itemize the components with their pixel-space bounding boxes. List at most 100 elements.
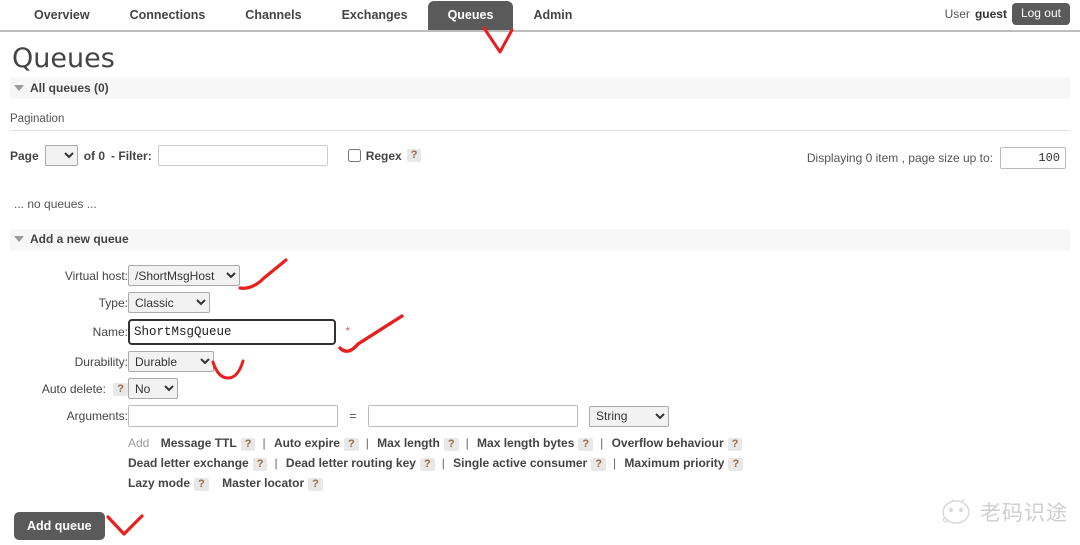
single-active-consumer-help-icon[interactable]: ? <box>591 458 606 471</box>
regex-help-icon[interactable]: ? <box>406 149 422 162</box>
regex-checkbox[interactable] <box>347 149 361 162</box>
chevron-down-icon <box>14 236 24 242</box>
preset-max-length-bytes[interactable]: Max length bytes <box>477 436 574 450</box>
preset-separator: | <box>274 456 278 470</box>
add-label: Add <box>128 436 150 450</box>
nav-tab-overview[interactable]: Overview <box>14 1 110 30</box>
form-row-name: Name: * <box>10 316 745 348</box>
durability-label: Durability: <box>74 354 128 369</box>
preset-separator: | <box>612 456 617 470</box>
argument-presets-row-2: Dead letter exchange? | Dead letter routi… <box>128 453 745 473</box>
nav-tab-admin[interactable]: Admin <box>513 1 592 30</box>
argument-value-input[interactable] <box>367 405 578 427</box>
vhost-field-cell: /ShortMsgHost <box>128 262 745 289</box>
form-row-durability: Durability: Durable <box>10 348 745 375</box>
nav-tab-connections[interactable]: Connections <box>110 1 226 30</box>
add-queue-section-header[interactable]: Add a new queue <box>10 229 1070 250</box>
arguments-field-cell: = String <box>128 402 745 430</box>
add-queue-form: Virtual host: /ShortMsgHost Type: Classi… <box>10 262 745 496</box>
queue-type-select[interactable]: Classic <box>128 292 210 313</box>
argument-key-input[interactable] <box>128 405 338 427</box>
auto-expire-help-icon[interactable]: ? <box>343 438 359 451</box>
add-queue-section: Add a new queue Virtual host: /ShortMsgH… <box>10 229 1070 540</box>
auto-delete-help-icon[interactable]: ? <box>113 382 128 396</box>
all-queues-label: All queues (0) <box>30 81 109 95</box>
preset-separator: | <box>365 436 369 450</box>
preset-separator: | <box>441 456 445 470</box>
regex-label: Regex <box>365 148 402 163</box>
preset-separator: | <box>262 436 266 450</box>
add-queue-label: Add a new queue <box>30 232 129 246</box>
displaying-info: Displaying 0 item , page size up to: <box>807 147 1066 169</box>
preset-auto-expire[interactable]: Auto expire <box>274 436 340 450</box>
max-length-bytes-help-icon[interactable]: ? <box>578 438 594 451</box>
required-asterisk: * <box>345 324 351 338</box>
preset-message-ttl[interactable]: Message TTL <box>161 436 237 450</box>
master-locator-help-icon[interactable]: ? <box>308 478 323 491</box>
filter-label: - Filter: <box>111 148 152 163</box>
preset-separator: | <box>465 436 469 450</box>
form-row-vhost: Virtual host: /ShortMsgHost <box>10 262 745 289</box>
form-row-arguments: Arguments: = String <box>10 402 745 430</box>
preset-lazy-mode[interactable]: Lazy mode <box>128 476 190 490</box>
chevron-down-icon <box>14 85 24 91</box>
page-label: Page <box>10 148 39 163</box>
message-ttl-help-icon[interactable]: ? <box>240 438 256 451</box>
dead-letter-routing-key-help-icon[interactable]: ? <box>419 458 435 471</box>
equals-sign: = <box>349 409 357 423</box>
auto-delete-label: Auto delete: ? <box>10 375 128 402</box>
argument-presets-row-1: Add Message TTL? | Auto expire? | Max leng… <box>128 433 745 453</box>
form-row-auto-delete: Auto delete: ? No <box>10 375 745 402</box>
queue-name-input[interactable] <box>128 319 336 345</box>
overflow-behaviour-help-icon[interactable]: ? <box>727 438 743 451</box>
form-row-type: Type: Classic <box>10 289 745 316</box>
nav-tab-queues[interactable]: Queues <box>427 1 514 30</box>
filter-input[interactable] <box>157 145 328 166</box>
durability-select[interactable]: Durable <box>128 351 214 372</box>
user-name: guest <box>974 7 1007 21</box>
form-row-argument-presets: Add Message TTL? | Auto expire? | Max leng… <box>10 430 745 496</box>
user-label: User <box>944 7 970 21</box>
page-title: Queues <box>12 43 115 74</box>
nav-tab-list: Overview Connections Channels Exchanges … <box>0 0 1080 30</box>
page-size-input[interactable] <box>1000 147 1066 169</box>
maximum-priority-help-icon[interactable]: ? <box>728 458 744 471</box>
type-field-cell: Classic <box>128 289 745 316</box>
argument-presets-row-3: Lazy mode? Master locator? <box>128 473 745 493</box>
name-label: Name: <box>92 325 128 339</box>
pagination-subheader: Pagination <box>10 113 1070 131</box>
preset-overflow-behaviour[interactable]: Overflow behaviour <box>612 436 724 450</box>
preset-separator: | <box>600 436 604 450</box>
preset-dead-letter-routing-key[interactable]: Dead letter routing key <box>286 456 416 470</box>
auto-delete-select[interactable]: No <box>128 378 178 399</box>
page-select[interactable] <box>44 145 78 166</box>
top-navbar: Overview Connections Channels Exchanges … <box>0 0 1080 32</box>
logout-button[interactable]: Log out <box>1011 3 1070 25</box>
type-label: Type: <box>98 295 128 310</box>
user-area: User guest Log out <box>945 3 1070 25</box>
page-of-label: of 0 <box>83 148 106 163</box>
displaying-label: Displaying 0 item , page size up to: <box>806 151 993 165</box>
preset-max-length[interactable]: Max length <box>377 436 440 450</box>
virtual-host-select[interactable]: /ShortMsgHost <box>128 265 240 286</box>
auto-delete-field-cell: No <box>128 375 745 402</box>
dead-letter-exchange-help-icon[interactable]: ? <box>252 458 268 471</box>
all-queues-section-header[interactable]: All queues (0) <box>10 78 1070 99</box>
durability-field-cell: Durable <box>128 348 745 375</box>
regex-group: Regex ? <box>347 148 422 163</box>
lazy-mode-help-icon[interactable]: ? <box>194 478 209 491</box>
no-queues-message: ... no queues ... <box>14 197 97 211</box>
preset-dead-letter-exchange[interactable]: Dead letter exchange <box>128 456 249 470</box>
nav-tab-exchanges[interactable]: Exchanges <box>322 1 428 30</box>
argument-type-select[interactable]: String <box>589 405 670 427</box>
preset-single-active-consumer[interactable]: Single active consumer <box>453 456 587 470</box>
nav-tab-channels[interactable]: Channels <box>225 1 321 30</box>
add-queue-button[interactable]: Add queue <box>14 512 105 540</box>
preset-master-locator[interactable]: Master locator <box>222 476 304 490</box>
auto-delete-label-text: Auto delete: <box>41 381 106 396</box>
name-field-cell: * <box>128 316 745 348</box>
preset-maximum-priority[interactable]: Maximum priority <box>624 456 724 470</box>
main-content: Queues All queues (0) Pagination Page of… <box>0 44 1080 540</box>
argument-presets: Add Message TTL? | Auto expire? | Max leng… <box>128 430 745 496</box>
max-length-help-icon[interactable]: ? <box>443 438 459 451</box>
